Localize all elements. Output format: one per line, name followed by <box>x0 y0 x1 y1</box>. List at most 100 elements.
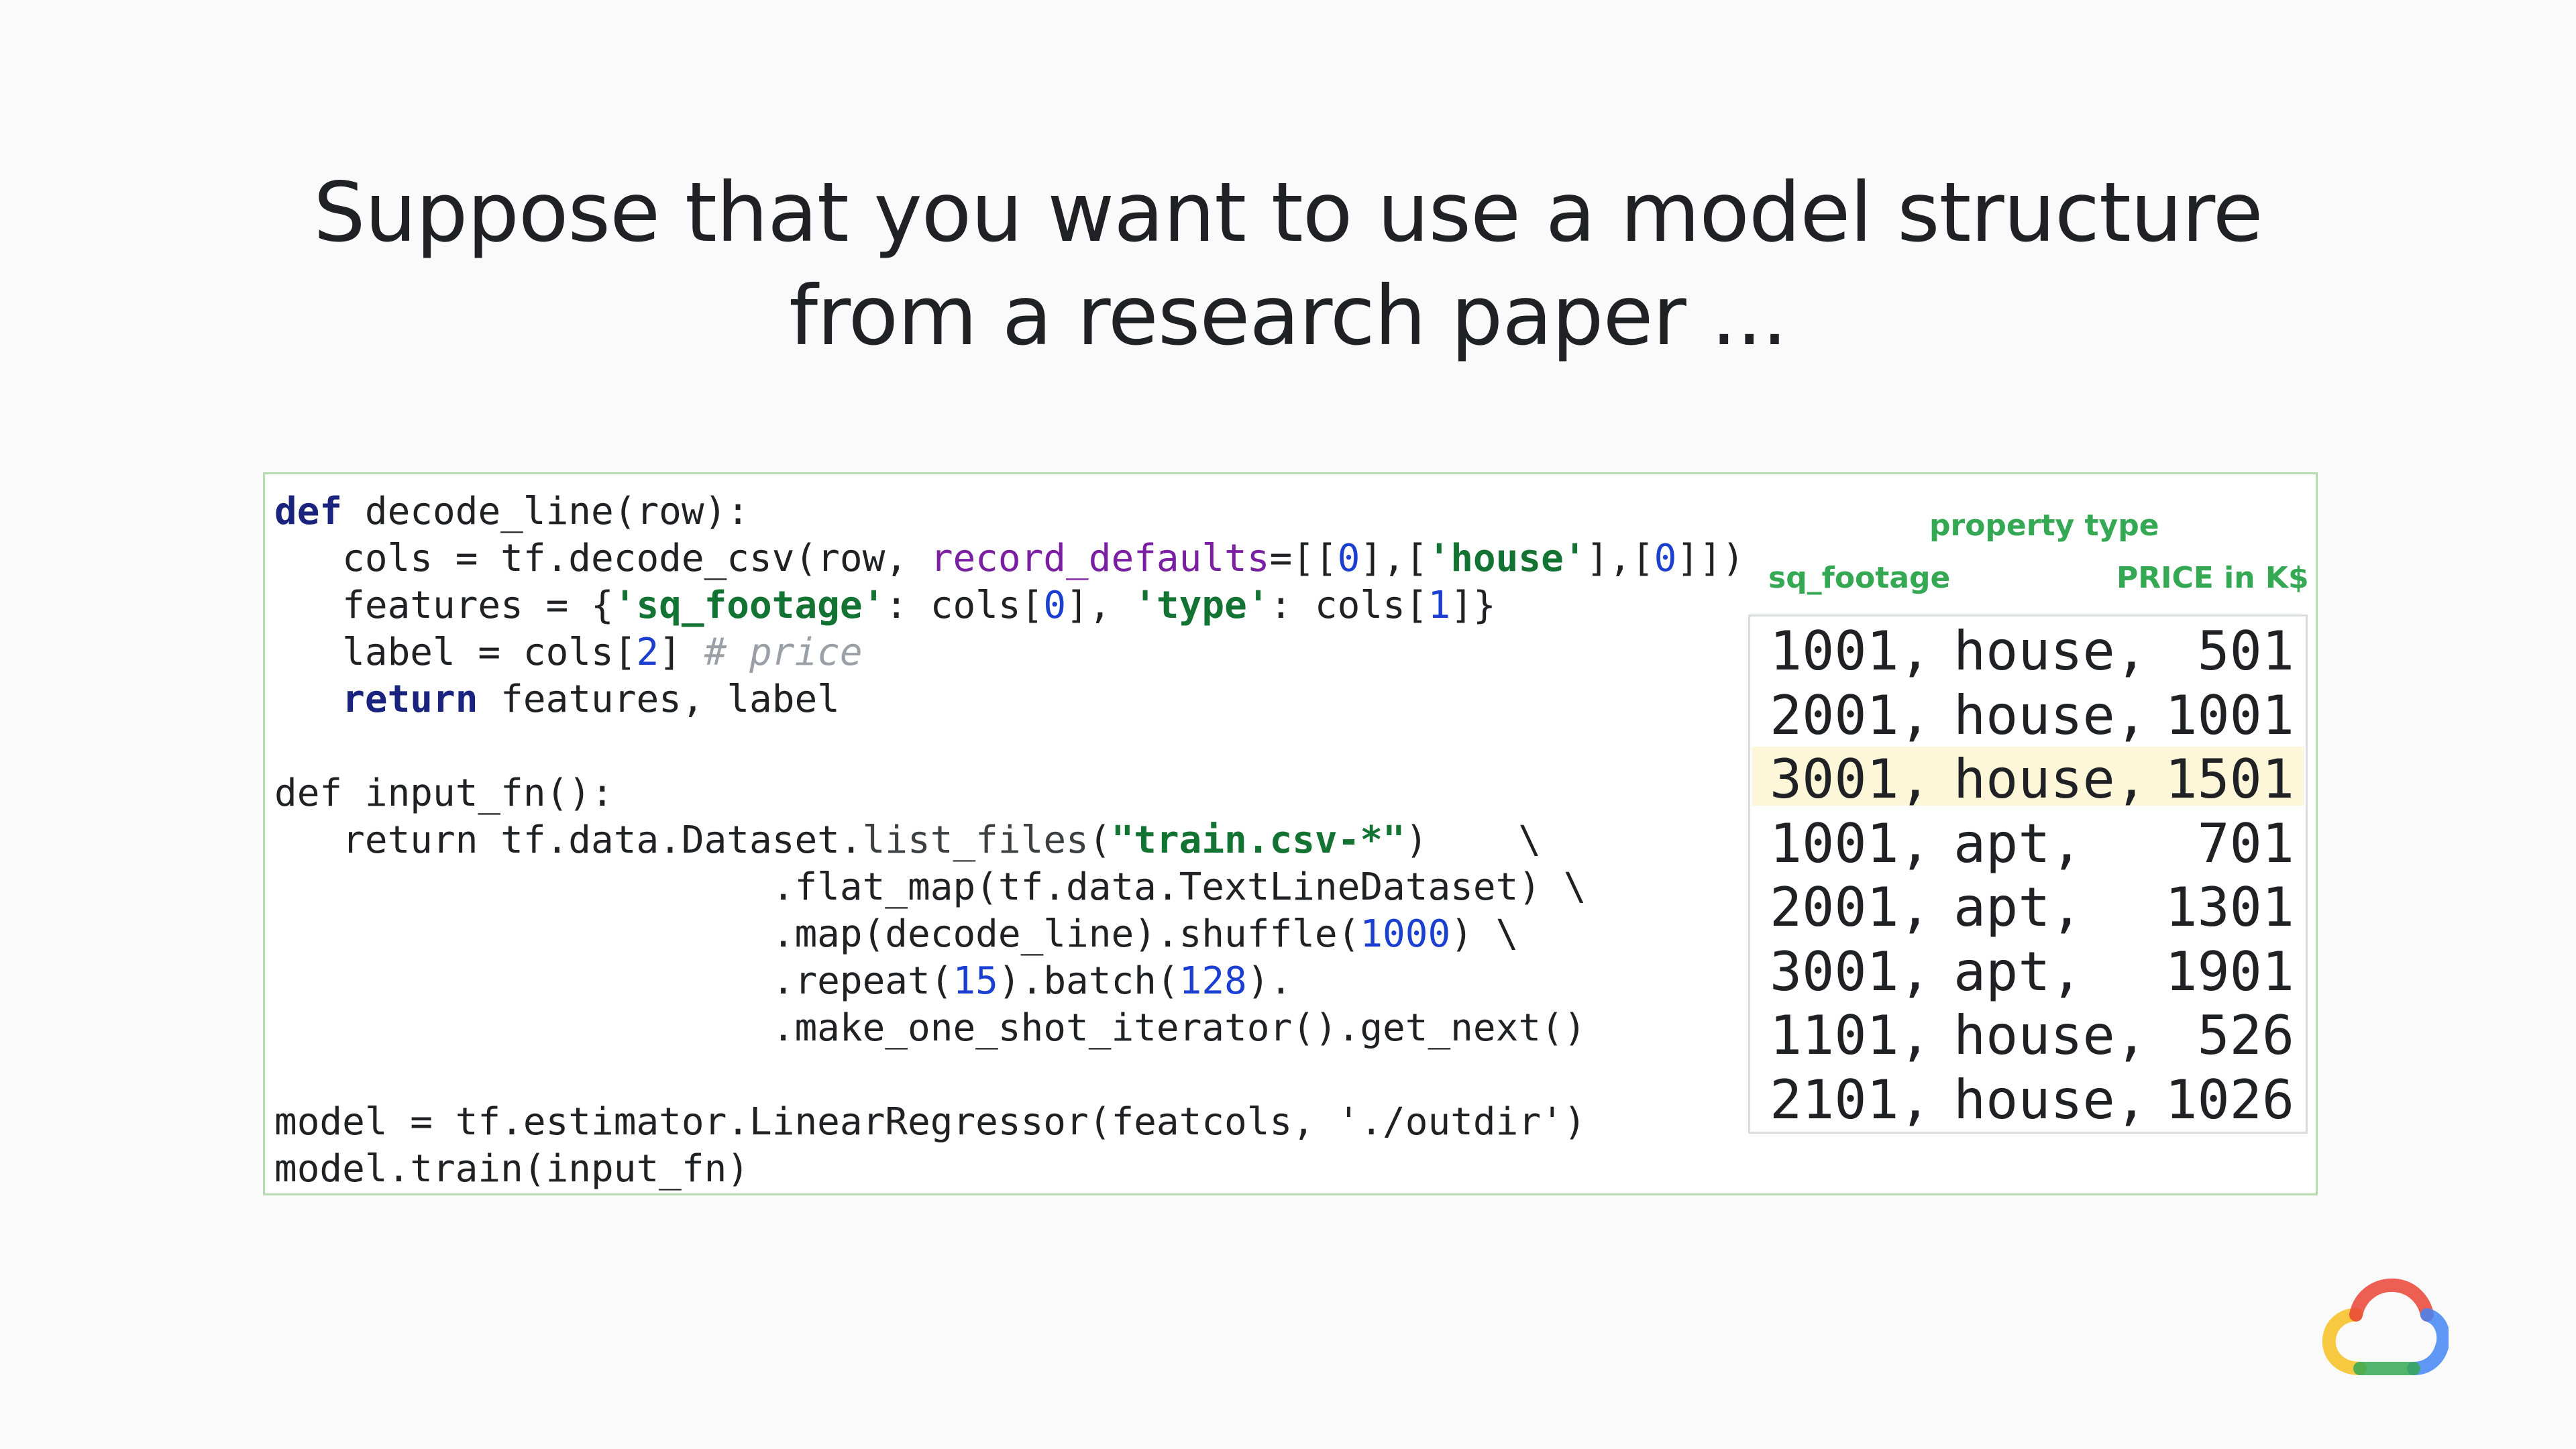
code-token: features, label <box>478 678 840 721</box>
code-token: return <box>342 678 478 721</box>
code-token: 0 <box>1337 537 1360 580</box>
cell-type: house, <box>1953 684 2147 747</box>
code-token: ],[ <box>1586 537 1654 580</box>
code-token: model.train(input_fn) <box>274 1147 750 1191</box>
cell-sq: 1101, <box>1770 1004 1931 1067</box>
code-token: 'type' <box>1134 584 1270 627</box>
code-token: cols = tf.decode_csv(row, <box>274 537 930 580</box>
code-token: : cols[ <box>885 584 1044 627</box>
cell-sq: 2101, <box>1770 1068 1931 1131</box>
code-token: ) \ <box>1450 912 1519 956</box>
code-token: ). <box>1246 959 1293 1003</box>
code-token: 'house' <box>1428 537 1587 580</box>
cell-sq: 1001, <box>1770 620 1931 682</box>
cell-price: 526 <box>2197 1004 2295 1067</box>
slide-title-line-1: Suppose that you want to use a model str… <box>313 165 2263 260</box>
code-token: 0 <box>1043 584 1067 627</box>
cell-price: 1501 <box>2165 748 2294 810</box>
code-token: "train.csv-*" <box>1111 818 1405 862</box>
table-row: 3001, apt, 1901 <box>1752 939 2304 1003</box>
code-token: list_files <box>862 818 1089 862</box>
code-token: features = { <box>274 584 614 627</box>
cell-sq: 1001, <box>1770 812 1931 875</box>
code-token: ], <box>1066 584 1134 627</box>
code-token: ]} <box>1450 584 1496 627</box>
cell-sq: 2001, <box>1770 876 1931 938</box>
table-row: 2101, house, 1026 <box>1752 1067 2304 1131</box>
cell-type: house, <box>1953 1004 2147 1067</box>
code-token: 2 <box>636 631 659 674</box>
code-token: def input_fn(): <box>274 771 614 815</box>
cell-price: 1001 <box>2165 684 2294 747</box>
code-token: # price <box>704 631 863 674</box>
table-row: 3001, house, 1501 <box>1752 747 2304 810</box>
code-token: .make_one_shot_iterator().get_next() <box>274 1006 1587 1050</box>
code-token: ) \ <box>1405 818 1542 862</box>
cell-sq: 3001, <box>1770 940 1931 1003</box>
code-block: def decode_line(row): cols = tf.decode_c… <box>274 488 1745 1193</box>
code-token: 128 <box>1179 959 1247 1003</box>
code-token: 15 <box>953 959 998 1003</box>
code-token: .flat_map(tf.data.TextLineDataset) \ <box>274 865 1587 909</box>
code-token: .map(decode_line).shuffle( <box>274 912 1360 956</box>
cell-type: apt, <box>1953 876 2083 938</box>
code-line: features = {'sq_footage': cols[0], 'type… <box>274 582 1745 629</box>
code-line: .flat_map(tf.data.TextLineDataset) \ <box>274 864 1745 911</box>
code-line: return tf.data.Dataset.list_files("train… <box>274 817 1745 864</box>
cell-type: house, <box>1953 620 2147 682</box>
code-token: ( <box>1088 818 1112 862</box>
code-token: 1000 <box>1360 912 1451 956</box>
code-token: model = tf.estimator.LinearRegressor(fea… <box>274 1100 1587 1144</box>
cell-price: 1301 <box>2165 876 2294 938</box>
code-line: cols = tf.decode_csv(row, record_default… <box>274 535 1745 582</box>
label-sq-footage: sq_footage <box>1768 561 1951 595</box>
code-line: model.train(input_fn) <box>274 1146 1745 1193</box>
slide-title: Suppose that you want to use a model str… <box>0 161 2576 368</box>
label-price: PRICE in K$ <box>2116 561 2309 595</box>
table-row: 1101, house, 526 <box>1752 1003 2304 1067</box>
code-line: def decode_line(row): <box>274 488 1745 535</box>
cell-type: apt, <box>1953 812 2083 875</box>
code-token: =[[ <box>1269 537 1338 580</box>
code-token: record_defaults <box>930 537 1270 580</box>
code-token: 'sq_footage' <box>613 584 885 627</box>
label-property-type: property type <box>1929 508 2159 543</box>
code-token: ] <box>659 631 704 674</box>
cell-price: 1901 <box>2165 940 2294 1003</box>
code-token: tf.data.Dataset. <box>478 818 863 862</box>
code-line: .repeat(15).batch(128). <box>274 958 1745 1005</box>
code-token: decode_line(row): <box>342 490 750 533</box>
code-token: label = cols[ <box>274 631 637 674</box>
cell-sq: 2001, <box>1770 684 1931 747</box>
code-line: .map(decode_line).shuffle(1000) \ <box>274 911 1745 958</box>
code-token: ).batch( <box>998 959 1179 1003</box>
code-token: ],[ <box>1360 537 1428 580</box>
table-row: 2001, apt, 1301 <box>1752 875 2304 938</box>
code-line: .make_one_shot_iterator().get_next() <box>274 1005 1745 1052</box>
google-cloud-logo-icon <box>2322 1278 2449 1375</box>
code-token: ]]) <box>1676 537 1745 580</box>
cell-type: apt, <box>1953 940 2083 1003</box>
table-row: 2001, house, 1001 <box>1752 683 2304 747</box>
code-line: return features, label <box>274 676 1745 723</box>
table-row: 1001, apt, 701 <box>1752 811 2304 875</box>
code-token: 0 <box>1654 537 1677 580</box>
cell-price: 701 <box>2197 812 2295 875</box>
code-token: .repeat( <box>274 959 953 1003</box>
code-token: def <box>274 490 343 533</box>
code-line: def input_fn(): <box>274 770 1745 817</box>
code-token: : cols[ <box>1269 584 1428 627</box>
code-token: 1 <box>1428 584 1451 627</box>
cell-type: house, <box>1953 1068 2147 1131</box>
cell-price: 501 <box>2197 620 2295 682</box>
slide-title-line-2: from a research paper ... <box>789 268 1788 364</box>
code-line: label = cols[2] # price <box>274 629 1745 676</box>
cell-type: house, <box>1953 748 2147 810</box>
code-token: return <box>274 818 478 862</box>
cell-sq: 3001, <box>1770 748 1931 810</box>
table-row: 1001, house, 501 <box>1752 619 2304 682</box>
code-line: model = tf.estimator.LinearRegressor(fea… <box>274 1099 1745 1146</box>
